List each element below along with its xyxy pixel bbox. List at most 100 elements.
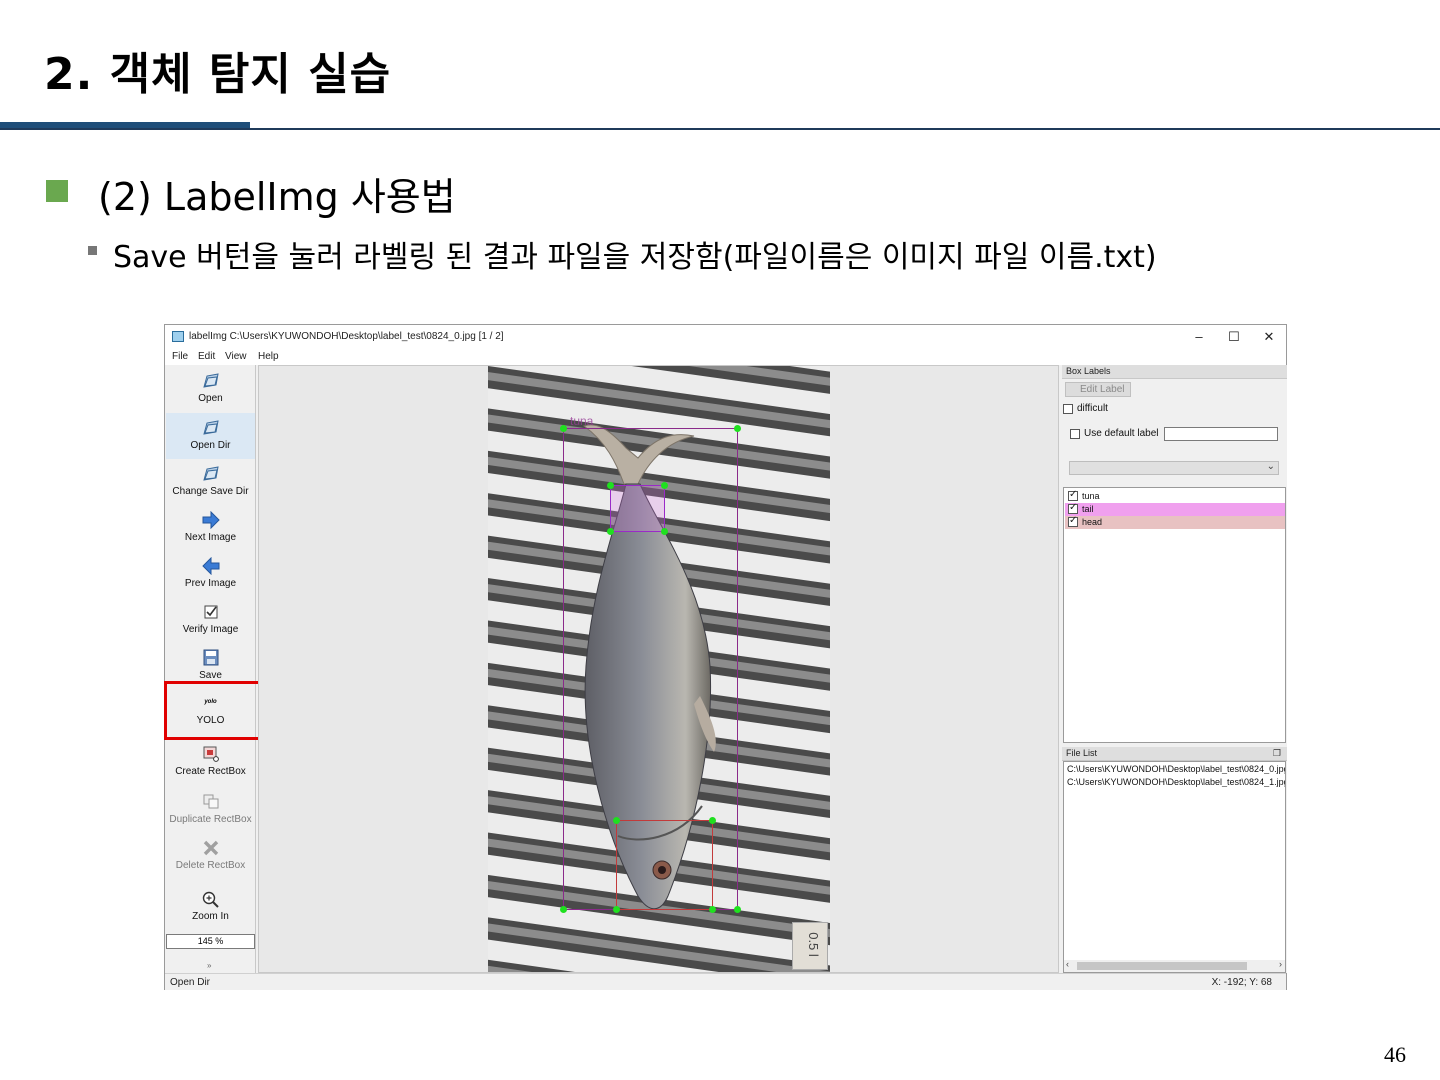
create-rectbox-button[interactable]: Create RectBox [166, 739, 255, 785]
menu-view[interactable]: View [225, 351, 247, 362]
bbox-handle[interactable] [709, 906, 716, 913]
folder-icon [202, 466, 219, 481]
file-list-item[interactable]: C:\Users\KYUWONDOH\Desktop\label_test\08… [1067, 764, 1285, 774]
label-checkbox[interactable] [1068, 515, 1078, 527]
menu-bar: File Edit View Help [165, 349, 1286, 365]
use-default-label-text: Use default label [1084, 428, 1159, 439]
folder-icon [202, 420, 219, 435]
right-dock: Box Labels Edit Label difficult Use defa… [1062, 365, 1287, 973]
verify-image-button[interactable]: Verify Image [166, 597, 255, 643]
file-list-header: File List ❐ [1062, 747, 1287, 761]
scrollbar-thumb[interactable] [1077, 962, 1247, 970]
chevron-down-icon: ⌄ [1266, 461, 1275, 472]
difficult-label: difficult [1077, 403, 1108, 414]
bullet-square-icon [46, 180, 68, 202]
checkbox-icon [204, 605, 217, 619]
menu-help[interactable]: Help [258, 351, 279, 362]
status-message: Open Dir [170, 977, 211, 988]
menu-file[interactable]: File [172, 351, 188, 362]
window-titlebar: labelImg C:\Users\KYUWONDOH\Desktop\labe… [165, 325, 1286, 349]
tool-label: Change Save Dir [172, 486, 249, 497]
status-bar: Open Dir X: -192; Y: 68 [165, 973, 1286, 990]
delete-icon [203, 840, 218, 856]
bbox-handle[interactable] [661, 528, 668, 535]
tool-label: Verify Image [182, 624, 239, 635]
label-checkbox[interactable] [1068, 489, 1078, 501]
bbox-handle[interactable] [613, 906, 620, 913]
bullet-description: Save 버턴을 눌러 라벨링 된 결과 파일을 저장함(파일이름은 이미지 파… [113, 240, 1157, 275]
toolbar: Open Open Dir Change Save Dir Next Image… [164, 365, 269, 973]
open-button[interactable]: Open [166, 366, 255, 412]
labelimg-window: labelImg C:\Users\KYUWONDOH\Desktop\labe… [164, 324, 1287, 990]
bbox-tail[interactable] [610, 485, 665, 532]
label-row-tuna[interactable]: tuna [1065, 489, 1285, 503]
tool-label: Open Dir [190, 440, 231, 451]
undock-icon[interactable]: ❐ [1273, 747, 1281, 760]
label-name: tuna [1082, 491, 1100, 501]
sub-bullet-icon [88, 246, 97, 255]
tuna-photo: tuna 0.5 l [488, 366, 830, 972]
menu-edit[interactable]: Edit [198, 351, 215, 362]
tool-label: Next Image [184, 532, 237, 543]
default-label-input[interactable] [1164, 427, 1278, 441]
arrow-right-icon [202, 511, 220, 529]
duplicate-rectbox-button[interactable]: Duplicate RectBox [166, 787, 255, 833]
cursor-coordinates: X: -192; Y: 68 [1211, 977, 1272, 988]
tool-label: Save [199, 670, 222, 681]
tool-label: Create RectBox [175, 766, 246, 777]
prev-image-button[interactable]: Prev Image [166, 551, 255, 597]
file-list-item[interactable]: C:\Users\KYUWONDOH\Desktop\label_test\08… [1067, 777, 1285, 787]
change-save-dir-button[interactable]: Change Save Dir [166, 459, 255, 505]
image-canvas[interactable]: tuna 0.5 l [258, 365, 1059, 973]
maximize-button[interactable]: ☐ [1217, 327, 1251, 347]
bbox-handle[interactable] [613, 817, 620, 824]
bbox-handle[interactable] [661, 482, 668, 489]
tool-label: Prev Image [184, 578, 237, 589]
delete-rectbox-button[interactable]: Delete RectBox [166, 833, 255, 879]
bbox-head[interactable] [616, 820, 713, 910]
next-image-button[interactable]: Next Image [166, 505, 255, 551]
zoom-in-icon [202, 891, 219, 908]
bbox-handle[interactable] [734, 425, 741, 432]
slide-title: 2. 객체 탐지 실습 [44, 49, 392, 100]
zoom-in-button[interactable]: Zoom In [166, 884, 255, 930]
difficult-checkbox[interactable] [1063, 404, 1073, 414]
label-checkbox[interactable] [1068, 502, 1078, 514]
label-list: tuna tail head [1063, 487, 1286, 743]
tool-label: Duplicate RectBox [169, 814, 252, 825]
page-number: 46 [1384, 1042, 1406, 1067]
rect-create-icon [203, 746, 219, 762]
use-default-label-checkbox[interactable] [1070, 429, 1080, 439]
bbox-handle[interactable] [709, 817, 716, 824]
label-dropdown[interactable]: ⌄ [1069, 461, 1279, 475]
bbox-handle[interactable] [734, 906, 741, 913]
scale-tag-text: 0.5 l [805, 932, 821, 957]
minimize-button[interactable]: – [1182, 327, 1216, 347]
horizontal-scrollbar[interactable]: ‹ › [1064, 959, 1285, 972]
box-labels-header: Box Labels [1062, 365, 1287, 379]
folder-icon [202, 373, 219, 388]
label-row-head[interactable]: head [1065, 515, 1285, 529]
close-button[interactable]: ✕ [1252, 327, 1286, 347]
scroll-right-icon[interactable]: › [1279, 959, 1282, 969]
label-name: head [1082, 517, 1103, 527]
floppy-icon [203, 649, 218, 666]
bbox-handle[interactable] [560, 425, 567, 432]
tool-label: Zoom In [192, 911, 229, 922]
app-icon [172, 331, 184, 342]
label-row-tail[interactable]: tail [1065, 502, 1285, 516]
box-caption: tuna [570, 414, 594, 428]
tool-label: Delete RectBox [175, 860, 246, 871]
bbox-handle[interactable] [560, 906, 567, 913]
scale-tag: 0.5 l [792, 922, 828, 970]
file-list-title: File List [1066, 748, 1098, 758]
arrow-left-icon [201, 557, 219, 575]
open-dir-button[interactable]: Open Dir [166, 413, 255, 459]
toolbar-extension-icon[interactable]: » [207, 961, 211, 970]
save-highlight-box [164, 681, 269, 740]
bbox-handle[interactable] [607, 482, 614, 489]
scroll-left-icon[interactable]: ‹ [1066, 959, 1069, 969]
zoom-value-field[interactable]: 145 % [166, 934, 255, 949]
edit-label-button[interactable]: Edit Label [1065, 382, 1131, 397]
bbox-handle[interactable] [607, 528, 614, 535]
